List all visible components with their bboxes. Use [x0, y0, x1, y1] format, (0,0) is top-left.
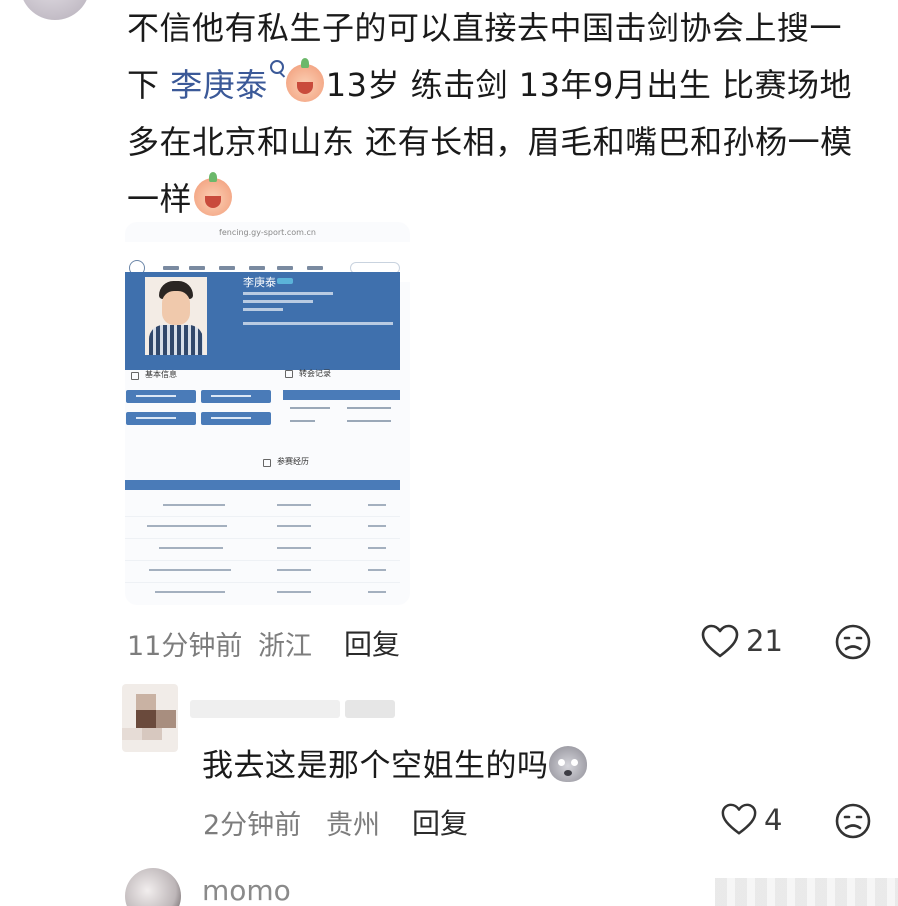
comment-timestamp: 11分钟前 — [127, 631, 243, 662]
commenter-avatar[interactable] — [20, 0, 90, 20]
next-commenter-avatar[interactable] — [125, 868, 181, 906]
reply-reply-button[interactable]: 回复 — [412, 802, 468, 842]
reply-like-count: 4 — [764, 803, 783, 837]
heart-outline-icon[interactable] — [720, 801, 758, 839]
watermark — [715, 878, 898, 906]
reply-timestamp: 2分钟前 — [203, 810, 302, 841]
mention-link[interactable]: 李庚泰 — [170, 60, 284, 104]
shocked-emoji-icon — [548, 746, 587, 782]
search-icon — [269, 60, 284, 74]
comment-line-1: 不信他有私生子的可以直接去中国击剑协会上搜一 — [127, 9, 843, 47]
sad-face-icon[interactable] — [833, 622, 873, 662]
history-icon — [263, 459, 271, 467]
reply-avatar[interactable] — [122, 684, 178, 752]
next-commenter-username[interactable]: momo — [202, 874, 291, 906]
section-competition-history: 参赛经历 — [277, 457, 309, 466]
comment-line-4: 一样 — [127, 171, 887, 228]
athlete-name: 李庚泰 — [243, 276, 276, 289]
heart-outline-icon[interactable] — [700, 622, 740, 662]
like-count: 21 — [746, 624, 783, 658]
comment-line-2: 下 李庚泰 13岁 练击剑 13年9月出生 比赛场地 — [127, 57, 887, 114]
comment-location: 浙江 — [258, 631, 312, 662]
athlete-badge — [277, 278, 293, 284]
record-table-header — [283, 390, 400, 400]
crying-emoji-icon — [194, 172, 233, 216]
record-icon — [285, 370, 293, 378]
section-basic-info: 基本信息 — [145, 370, 177, 379]
reply-button[interactable]: 回复 — [344, 623, 400, 663]
comment-line-3: 多在北京和山东 还有长相，眉毛和嘴巴和孙杨一模 — [127, 123, 853, 161]
reply-location: 贵州 — [326, 810, 380, 841]
screenshot-url: fencing.gy-sport.com.cn — [219, 228, 316, 237]
comment-body: 不信他有私生子的可以直接去中国击剑协会上搜一 下 李庚泰 13岁 练击剑 13年9… — [127, 0, 887, 228]
info-icon — [131, 372, 139, 380]
attached-screenshot[interactable]: fencing.gy-sport.com.cn 李庚泰 基本信息 转会记录 参赛… — [125, 222, 410, 605]
reply-body: 我去这是那个空姐生的吗 — [202, 740, 587, 785]
history-table-header — [125, 480, 400, 490]
sad-face-icon[interactable] — [833, 801, 873, 841]
crying-emoji-icon — [285, 58, 324, 102]
section-transfer-record: 转会记录 — [299, 369, 331, 378]
blurred-username — [190, 700, 340, 718]
athlete-photo — [145, 277, 207, 355]
